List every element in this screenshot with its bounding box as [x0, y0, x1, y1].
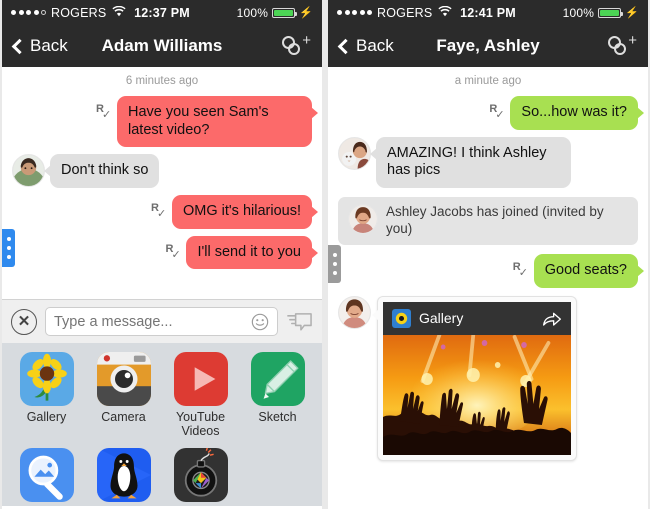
message-row[interactable]: AMAZING! I think Ashley has pics — [328, 134, 648, 192]
left-phone: ROGERS 12:37 PM 100% ⚡ Back Adam William… — [2, 0, 322, 509]
back-button[interactable]: Back — [11, 36, 68, 56]
message-row[interactable]: Don't think so — [2, 151, 322, 192]
right-message-thread[interactable]: a minute ago R ✓ So...how was it? AMAZING… — [328, 67, 648, 509]
message-bubble[interactable]: OMG it's hilarious! — [172, 195, 318, 229]
thread-timestamp: 6 minutes ago — [125, 75, 199, 87]
back-label: Back — [356, 36, 394, 55]
app-drawer-row-1: Gallery Camera YouTube Videos Sketch — [8, 352, 316, 439]
speech-bubble-icon[interactable] — [286, 311, 313, 333]
chevron-left-icon — [11, 38, 28, 54]
signal-strength-icon — [11, 10, 46, 15]
message-bubble[interactable]: AMAZING! I think Ashley has pics — [370, 136, 571, 189]
read-receipt-icon: R ✓ — [96, 103, 112, 121]
message-row[interactable]: R ✓ Good seats? — [328, 251, 648, 292]
battery-area: 100% ⚡ — [563, 6, 639, 20]
app-label: Camera — [101, 410, 146, 424]
chevron-left-icon — [337, 38, 354, 54]
message-bubble[interactable]: Good seats? — [533, 253, 645, 288]
right-nav-bar: Back Faye, Ashley + — [328, 25, 648, 67]
message-input[interactable] — [54, 313, 251, 330]
read-receipt-icon: R ✓ — [151, 202, 167, 221]
close-circle-icon[interactable]: ✕ — [11, 308, 37, 335]
battery-percent-label: 100% — [236, 5, 269, 20]
share-icon[interactable] — [542, 310, 562, 327]
penguin-icon — [96, 447, 151, 502]
sunflower-icon — [392, 308, 411, 328]
app-drawer-row-2 — [8, 447, 316, 506]
system-message-row: Ashley Jacobs has joined (invited by you… — [328, 192, 648, 251]
app-label: Gallery — [26, 410, 67, 424]
camera-icon — [96, 352, 151, 406]
avatar — [338, 136, 371, 170]
dual-phone-screenshot: ROGERS 12:37 PM 100% ⚡ Back Adam William… — [0, 0, 650, 509]
back-label: Back — [30, 36, 68, 55]
battery-percent-label: 100% — [562, 5, 595, 20]
read-receipt-icon: R ✓ — [512, 260, 528, 279]
add-people-icon[interactable]: + — [282, 33, 312, 58]
app-gallery[interactable]: Gallery — [8, 352, 85, 439]
add-people-icon[interactable]: + — [608, 33, 638, 58]
join-notice: Ashley Jacobs has joined (invited by you… — [338, 197, 638, 245]
sunflower-icon — [19, 352, 74, 406]
right-status-bar: ROGERS 12:41 PM 100% ⚡ — [328, 0, 648, 25]
app-bomb-camera[interactable] — [162, 447, 239, 506]
message-composer[interactable]: ✕ — [2, 299, 322, 343]
message-row[interactable]: R ✓ So...how was it? — [328, 93, 648, 134]
app-drawer[interactable]: Gallery Camera YouTube Videos Sketch — [2, 343, 322, 506]
avatar — [12, 154, 45, 188]
wifi-icon — [112, 5, 126, 20]
carrier-label: ROGERS — [51, 5, 107, 20]
app-image-search[interactable] — [8, 447, 85, 506]
avatar — [338, 295, 371, 329]
smiley-icon[interactable] — [251, 313, 269, 331]
carrier-label: ROGERS — [377, 5, 433, 20]
app-youtube-videos[interactable]: YouTube Videos — [162, 352, 239, 439]
bomb-shutter-icon — [173, 447, 228, 502]
message-bubble[interactable]: So...how was it? — [510, 96, 644, 130]
concert-crowd-photo[interactable] — [383, 334, 571, 455]
wifi-icon — [438, 5, 452, 20]
attachment-row[interactable]: Gallery — [328, 292, 648, 467]
app-label: Sketch — [258, 410, 297, 424]
left-status-bar: ROGERS 12:37 PM 100% ⚡ — [2, 0, 322, 25]
read-receipt-icon: R ✓ — [165, 242, 181, 261]
battery-area: 100% ⚡ — [237, 6, 313, 20]
message-row[interactable]: R ✓ I'll send it to you — [2, 233, 322, 274]
join-notice-text: Ashley Jacobs has joined (invited by you… — [386, 204, 604, 236]
right-phone: ROGERS 12:41 PM 100% ⚡ Back Faye, Ashley… — [328, 0, 648, 509]
back-button[interactable]: Back — [337, 36, 394, 56]
message-bubble[interactable]: Have you seen Sam's latest video? — [117, 96, 318, 148]
drawer-drag-handle[interactable] — [328, 245, 341, 283]
battery-icon — [272, 7, 298, 18]
message-bubble[interactable]: Don't think so — [43, 154, 160, 189]
lightning-bolt-icon: ⚡ — [299, 7, 313, 19]
battery-icon — [598, 7, 624, 18]
message-row[interactable]: R ✓ OMG it's hilarious! — [2, 192, 322, 233]
avatar — [348, 204, 378, 235]
app-sketch[interactable]: Sketch — [239, 352, 316, 439]
play-icon — [173, 352, 228, 406]
read-receipt-icon: R ✓ — [489, 103, 505, 121]
app-camera[interactable]: Camera — [85, 352, 162, 439]
gallery-attachment-card[interactable]: Gallery — [372, 295, 577, 461]
message-input-wrap[interactable] — [45, 307, 278, 336]
signal-strength-icon — [337, 10, 372, 15]
drawer-drag-handle[interactable] — [2, 229, 15, 267]
left-nav-bar: Back Adam Williams + — [2, 25, 322, 67]
marker-icon — [250, 352, 305, 406]
card-app-label: Gallery — [419, 310, 464, 326]
card-header: Gallery — [383, 301, 571, 335]
app-slot-empty — [239, 448, 316, 506]
app-label: YouTube Videos — [175, 410, 226, 439]
message-row[interactable]: R ✓ Have you seen Sam's latest video? — [2, 93, 322, 151]
left-message-thread[interactable]: 6 minutes ago R ✓ Have you seen Sam's lat… — [2, 67, 322, 299]
message-bubble[interactable]: I'll send it to you — [186, 235, 318, 270]
app-penguin[interactable] — [85, 447, 162, 506]
magnifier-photo-icon — [19, 447, 74, 502]
lightning-bolt-icon: ⚡ — [625, 7, 639, 19]
thread-timestamp: a minute ago — [454, 75, 522, 87]
